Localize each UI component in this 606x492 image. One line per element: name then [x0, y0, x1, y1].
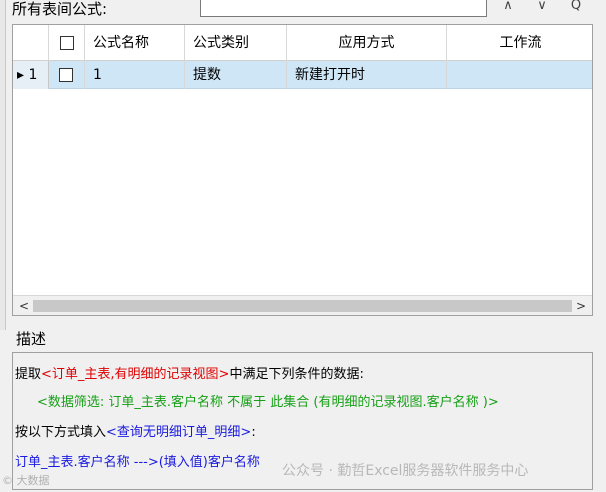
desc-extract-text: 提取 [15, 367, 42, 382]
all-formulas-label: 所有表间公式: [12, 0, 108, 18]
horizontal-scrollbar[interactable]: < > [13, 295, 592, 315]
col-header-apply-mode[interactable]: 应用方式 [287, 25, 447, 61]
cell-formula-name[interactable]: 1 [85, 61, 185, 89]
cell-formula-category[interactable]: 提数 [185, 61, 287, 89]
description-line-4: 订单_主表.客户名称 --->(填入值)客户名称 [15, 455, 260, 470]
corner-watermark: © 大数据 [2, 474, 50, 487]
scroll-right-icon[interactable]: > [572, 296, 590, 315]
description-label: 描述 [16, 330, 47, 348]
desc-fill-text: 按以下方式填入 [15, 425, 107, 440]
left-panel-edge [0, 0, 6, 330]
table-row[interactable]: ▸ 1 1 提数 新建打开时 [13, 61, 592, 89]
formula-toolbar: 所有表间公式: ∧ ∨ Q [0, 0, 606, 22]
description-line-3: 按以下方式填入<查询无明细订单_明细>: [15, 421, 256, 440]
row-checkbox-cell[interactable] [49, 61, 85, 89]
desc-target-table: <查询无明细订单_明细> [106, 425, 252, 440]
move-down-icon[interactable]: ∨ [531, 0, 553, 16]
row-header-corner [13, 25, 49, 61]
row-checkbox[interactable] [59, 68, 73, 82]
current-row-arrow-icon: ▸ [17, 67, 25, 83]
row-number: 1 [28, 67, 38, 83]
col-header-category[interactable]: 公式类别 [185, 25, 287, 61]
desc-condition-text: 中满足下列条件的数据: [229, 367, 364, 382]
desc-colon: : [251, 425, 256, 440]
grid-header: 公式名称 公式类别 应用方式 工作流 [13, 25, 592, 61]
formula-grid: 公式名称 公式类别 应用方式 工作流 ▸ 1 1 提数 新建打开时 < > [12, 24, 593, 316]
desc-source-view: <订单_主表,有明细的记录视图> [41, 367, 230, 382]
row-indicator-cell[interactable]: ▸ 1 [13, 61, 49, 89]
cell-workflow[interactable] [447, 61, 592, 89]
scroll-left-icon[interactable]: < [15, 296, 33, 315]
col-header-name[interactable]: 公式名称 [85, 25, 185, 61]
search-icon[interactable]: Q [565, 0, 587, 16]
scrollbar-thumb[interactable] [33, 300, 572, 312]
description-line-1: 提取<订单_主表,有明细的记录视图>中满足下列条件的数据: [15, 363, 364, 382]
select-all-checkbox-cell[interactable] [49, 25, 85, 61]
description-line-2: <数据筛选: 订单_主表.客户名称 不属于 此集合 (有明细的记录视图.客户名称… [37, 395, 499, 410]
wechat-watermark: 公众号 · 勤哲Excel服务器软件服务中心 [282, 463, 529, 479]
select-all-checkbox[interactable] [59, 36, 74, 50]
move-up-icon[interactable]: ∧ [497, 0, 519, 16]
col-header-workflow[interactable]: 工作流 [447, 25, 592, 61]
cell-apply-mode[interactable]: 新建打开时 [287, 61, 447, 89]
search-input[interactable] [200, 0, 487, 17]
